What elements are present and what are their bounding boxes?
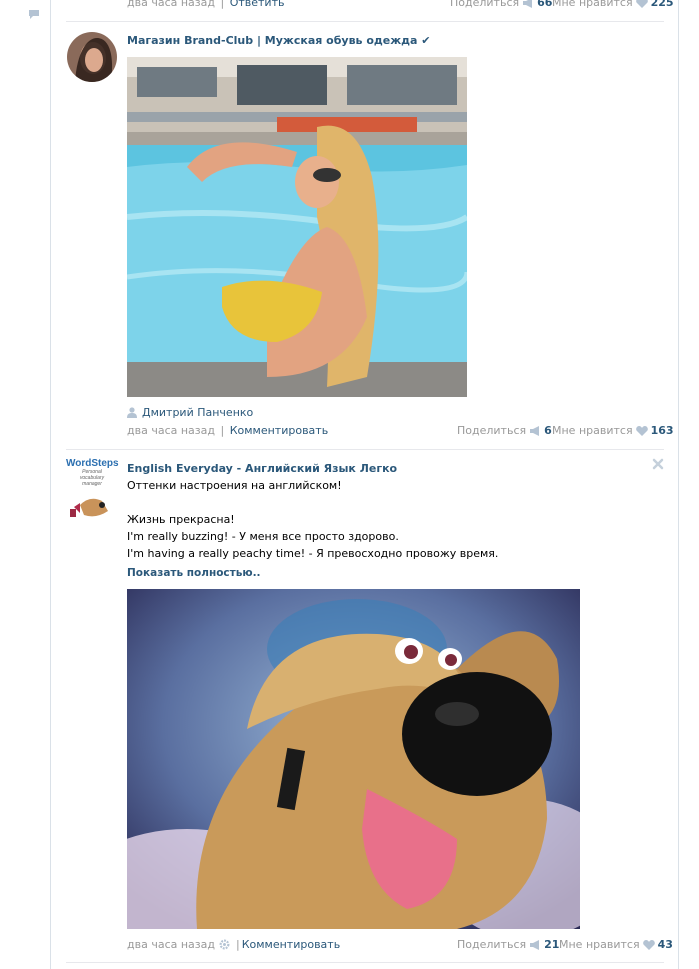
prev-share-button[interactable]: Поделиться 66 xyxy=(450,0,552,9)
right-divider xyxy=(678,0,679,969)
post2-line-3: Жизнь прекрасна! xyxy=(127,513,235,526)
post2-like-button[interactable]: Мне нравится 43 xyxy=(559,938,673,951)
post-divider xyxy=(66,449,664,450)
like-count: 43 xyxy=(657,938,673,951)
post2-line-4: I'm really buzzing! - У меня все просто … xyxy=(127,530,399,543)
reply-link[interactable]: Ответить xyxy=(230,0,285,9)
post1-author[interactable]: Магазин Brand-Club | Мужская обувь одежд… xyxy=(127,34,431,47)
prev-like-button[interactable]: Мне нравится 225 xyxy=(552,0,674,9)
heart-icon xyxy=(635,425,648,436)
share-label: Поделиться xyxy=(450,0,520,9)
show-more-link[interactable]: Показать полностью.. xyxy=(127,565,261,582)
heart-icon xyxy=(635,0,648,8)
post1-meta: два часа назад | Комментировать xyxy=(127,424,329,437)
signer-name: Дмитрий Панченко xyxy=(142,406,254,419)
share-label: Поделиться xyxy=(457,938,527,951)
post1-pool-photo[interactable] xyxy=(127,57,467,397)
brand-club-avatar[interactable] xyxy=(67,32,117,82)
post2-comment-link[interactable]: Комментировать xyxy=(242,938,340,951)
post-divider xyxy=(66,962,664,963)
share-count: 6 xyxy=(544,424,552,437)
like-count: 163 xyxy=(650,424,674,437)
close-icon[interactable] xyxy=(652,458,664,470)
post2-share-button[interactable]: Поделиться 21 xyxy=(457,938,559,951)
megaphone-icon xyxy=(530,425,540,436)
avatar-brand: WordSteps xyxy=(66,458,119,469)
like-count: 225 xyxy=(650,0,674,9)
post-divider xyxy=(66,21,664,22)
prev-post-meta: два часа назад | Ответить xyxy=(127,0,284,9)
megaphone-icon xyxy=(530,939,540,950)
dog-mascot-icon xyxy=(70,498,108,517)
post2-line-5: I'm having a really peachy time! - Я пре… xyxy=(127,547,499,560)
post1-signer[interactable]: Дмитрий Панченко xyxy=(127,406,253,419)
post1-like-button[interactable]: Мне нравится 163 xyxy=(552,424,674,437)
post1-share-button[interactable]: Поделиться 6 xyxy=(457,424,552,437)
user-icon xyxy=(127,407,137,418)
like-label: Мне нравится xyxy=(559,938,640,951)
heart-icon xyxy=(642,939,655,950)
share-count: 66 xyxy=(537,0,553,9)
post2-dog-photo[interactable] xyxy=(127,589,580,929)
left-divider xyxy=(50,0,51,969)
prev-post-time[interactable]: два часа назад xyxy=(127,0,215,9)
gear-icon[interactable] xyxy=(219,939,230,950)
wordsteps-avatar[interactable]: WordSteps Personal vocabulary manager xyxy=(66,458,119,517)
avatar-sub: Personal vocabulary manager xyxy=(79,469,105,487)
post2-time[interactable]: два часа назад xyxy=(127,938,215,951)
post2-meta: два часа назад | Комментировать xyxy=(127,938,341,951)
post2-author[interactable]: English Everyday - Английский Язык Легко xyxy=(127,462,397,475)
left-strip xyxy=(0,0,51,969)
megaphone-icon xyxy=(523,0,533,8)
share-count: 21 xyxy=(544,938,560,951)
post1-time[interactable]: два часа назад xyxy=(127,424,215,437)
comment-bubble-icon[interactable] xyxy=(28,9,40,19)
post1-comment-link[interactable]: Комментировать xyxy=(230,424,328,437)
like-label: Мне нравится xyxy=(552,0,633,9)
like-label: Мне нравится xyxy=(552,424,633,437)
post2-line-1: Оттенки настроения на английском! xyxy=(127,479,342,492)
share-label: Поделиться xyxy=(457,424,527,437)
